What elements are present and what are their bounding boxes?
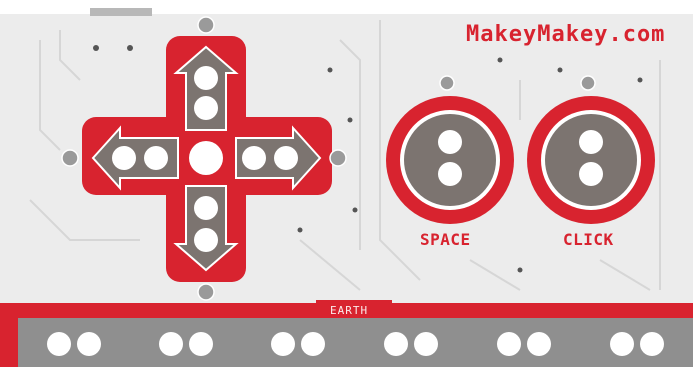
makey-makey-board: MakeyMakey.com SPACE CLICK EARTH [0, 0, 693, 367]
earth-label: EARTH [330, 304, 369, 317]
click-label: CLICK [563, 230, 614, 249]
space-label: SPACE [420, 230, 471, 249]
brand-logo: MakeyMakey.com [466, 22, 666, 47]
space-button-pad [386, 96, 514, 224]
click-button-pad [527, 96, 655, 224]
